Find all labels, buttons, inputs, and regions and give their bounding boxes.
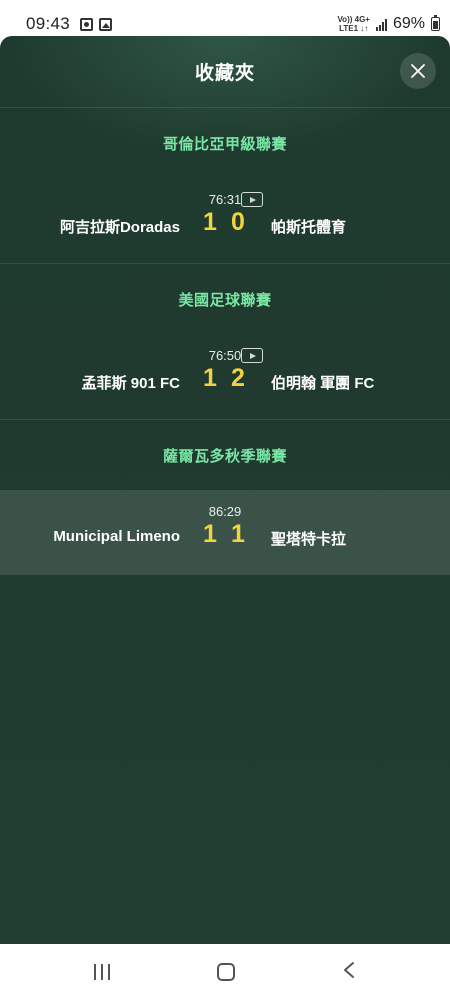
- navigation-bar: [0, 944, 450, 1000]
- home-score: 1: [203, 208, 217, 236]
- back-button[interactable]: [342, 961, 356, 984]
- panel-title: 收藏夾: [194, 63, 255, 84]
- league-title[interactable]: 薩爾瓦多秋季聯賽: [0, 420, 450, 490]
- home-score: 1: [203, 520, 217, 548]
- home-score: 1: [203, 364, 217, 392]
- league-section: 薩爾瓦多秋季聯賽 86:29 Municipal Limeno 1 1 聖塔特卡…: [0, 420, 450, 575]
- close-icon: [411, 64, 425, 78]
- favorites-panel: 收藏夾 哥倫比亞甲級聯賽 76:31 阿吉拉斯Doradas 1 0 帕斯托體育…: [0, 36, 450, 944]
- away-score: 2: [231, 364, 245, 392]
- away-team: 帕斯托體育: [271, 219, 347, 236]
- match-row[interactable]: 76:50 孟菲斯 901 FC 1 2 伯明翰 軍團 FC: [0, 334, 450, 419]
- status-time: 09:43: [26, 14, 71, 33]
- panel-header: 收藏夾: [0, 36, 450, 108]
- home-team: 阿吉拉斯Doradas: [59, 219, 180, 236]
- network-indicator: Vo)) 4G+ LTE1 ↓↑: [337, 15, 370, 33]
- match-time: 86:29: [208, 504, 242, 519]
- recents-button[interactable]: [93, 964, 110, 980]
- match-row[interactable]: 86:29 Municipal Limeno 1 1 聖塔特卡拉: [0, 490, 450, 575]
- home-team: 孟菲斯 901 FC: [81, 375, 180, 392]
- close-button[interactable]: [400, 53, 436, 89]
- match-time: 76:50: [208, 348, 242, 363]
- away-score: 1: [231, 520, 245, 548]
- signal-icon: [375, 18, 387, 31]
- league-title[interactable]: 美國足球聯賽: [0, 264, 450, 334]
- home-team: Municipal Limeno: [53, 528, 180, 545]
- match-row[interactable]: 76:31 阿吉拉斯Doradas 1 0 帕斯托體育: [0, 178, 450, 263]
- battery-percent: 69%: [392, 15, 425, 32]
- league-section: 哥倫比亞甲級聯賽 76:31 阿吉拉斯Doradas 1 0 帕斯托體育: [0, 108, 450, 264]
- home-button[interactable]: [216, 963, 235, 981]
- league-title[interactable]: 哥倫比亞甲級聯賽: [0, 108, 450, 178]
- screen-record-icon: [80, 17, 94, 31]
- away-score: 0: [231, 208, 245, 236]
- video-icon[interactable]: [241, 348, 263, 363]
- battery-icon: [431, 15, 440, 31]
- status-right: Vo)) 4G+ LTE1 ↓↑ 69%: [337, 15, 440, 33]
- gallery-icon: [99, 17, 113, 31]
- away-team: 聖塔特卡拉: [271, 531, 347, 548]
- network-top: Vo)) 4G+: [337, 15, 370, 24]
- league-section: 美國足球聯賽 76:50 孟菲斯 901 FC 1 2 伯明翰 軍團 FC: [0, 264, 450, 420]
- match-time: 76:31: [208, 192, 242, 207]
- away-team: 伯明翰 軍團 FC: [271, 375, 375, 392]
- network-bottom: LTE1 ↓↑: [339, 24, 369, 33]
- video-icon[interactable]: [241, 192, 263, 207]
- status-notification-icons: [80, 17, 113, 31]
- back-icon: [344, 961, 355, 978]
